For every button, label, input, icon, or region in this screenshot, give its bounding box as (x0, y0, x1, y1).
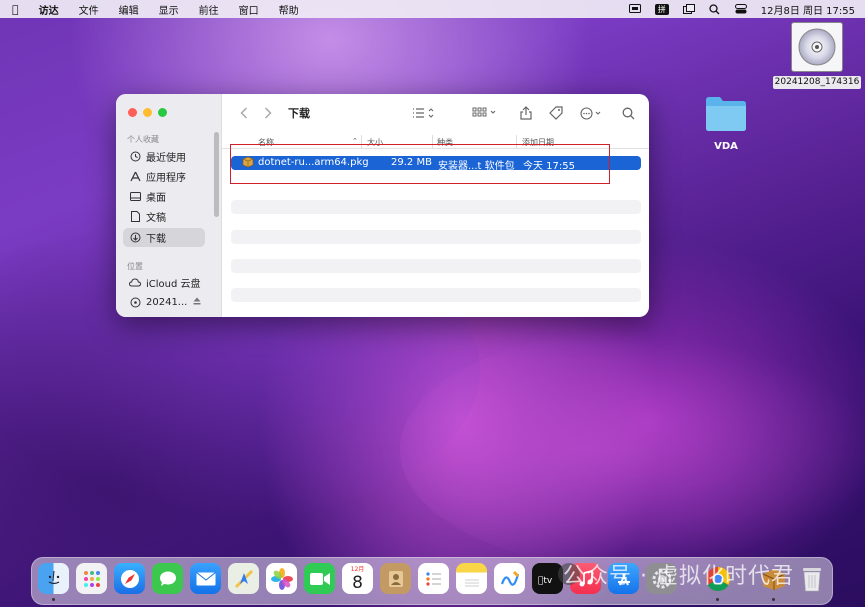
mail-app-icon[interactable] (190, 563, 221, 594)
list-view-button[interactable] (412, 105, 436, 121)
search-icon[interactable] (709, 4, 721, 15)
maps-app-icon[interactable] (228, 563, 259, 594)
sidebar-scrollbar[interactable] (214, 132, 219, 217)
eject-icon[interactable] (193, 297, 201, 308)
menu-view[interactable]: 显示 (159, 2, 179, 17)
facetime-app-icon[interactable] (304, 563, 335, 594)
finder-toolbar: 下载 (222, 94, 649, 132)
sidebar-item-label: 最近使用 (146, 153, 186, 164)
applications-icon (129, 171, 141, 183)
folder-icon[interactable] (704, 94, 748, 132)
sidebar-item-label: 应用程序 (146, 173, 186, 184)
reminders-app-icon[interactable] (418, 563, 449, 594)
locations-section-label: 位置 (127, 262, 143, 271)
disc-image-icon[interactable] (791, 22, 843, 72)
sidebar-item-disk[interactable]: 20241... (123, 293, 205, 312)
zoom-button[interactable] (158, 108, 167, 117)
menu-bar:  访达 文件 编辑 显示 前往 窗口 帮助 拼 12月8日 周日 17:55 (0, 0, 865, 18)
empty-row (231, 230, 641, 244)
menu-edit[interactable]: 编辑 (119, 2, 139, 17)
window-icon[interactable] (682, 4, 695, 14)
finder-app-icon[interactable] (38, 563, 69, 594)
input-method-badge[interactable]: 拼 (654, 3, 669, 15)
photos-app-icon[interactable] (266, 563, 297, 594)
share-icon[interactable] (520, 105, 532, 121)
calendar-day: 8 (352, 572, 363, 593)
document-icon (129, 211, 141, 223)
clock-icon (129, 151, 141, 163)
menu-help[interactable]: 帮助 (279, 2, 299, 17)
svg-text:tv: tv (538, 576, 553, 585)
watermark-text: 公众号 · 虚拟化时代君 (563, 564, 794, 589)
sidebar-item-icloud[interactable]: iCloud 云盘 (123, 273, 205, 292)
apple-menu-icon[interactable]:  (12, 3, 19, 16)
finder-sidebar: 个人收藏 最近使用 应用程序 桌面 文稿 下载 位置 iCloud 云盘 202… (116, 94, 222, 317)
sidebar-item-downloads[interactable]: 下载 (123, 228, 205, 247)
menu-app-name[interactable]: 访达 (39, 2, 59, 17)
window-controls (128, 108, 167, 117)
wallpaper-wave (400, 330, 865, 570)
sidebar-item-label: iCloud 云盘 (146, 279, 201, 290)
running-indicator (716, 598, 719, 601)
disc-icon (129, 297, 141, 309)
group-view-button[interactable] (472, 105, 498, 121)
sidebar-item-label: 下载 (146, 234, 166, 245)
forward-button[interactable] (264, 105, 272, 121)
screen-mirroring-icon[interactable] (628, 4, 641, 14)
calendar-app-icon[interactable]: 12月 8 (342, 563, 373, 594)
empty-row (231, 259, 641, 273)
safari-app-icon[interactable] (114, 563, 145, 594)
menu-go[interactable]: 前往 (199, 2, 219, 17)
menu-file[interactable]: 文件 (79, 2, 99, 17)
control-center-icon[interactable] (734, 4, 747, 14)
download-icon (129, 232, 141, 244)
notes-app-icon[interactable] (456, 563, 487, 594)
minimize-button[interactable] (143, 108, 152, 117)
menu-window[interactable]: 窗口 (239, 2, 259, 17)
launchpad-app-icon[interactable] (76, 563, 107, 594)
window-title: 下载 (288, 107, 310, 120)
favorites-section-label: 个人收藏 (127, 135, 159, 144)
cloud-icon (129, 277, 141, 289)
tag-icon[interactable] (549, 105, 563, 121)
search-icon[interactable] (622, 105, 635, 121)
back-button[interactable] (240, 105, 248, 121)
running-indicator (772, 598, 775, 601)
disc-label[interactable]: 20241208_174316 (773, 76, 861, 89)
sidebar-item-desktop[interactable]: 桌面 (123, 187, 205, 206)
highlight-annotation (230, 144, 610, 184)
desktop-icon (129, 191, 141, 203)
sidebar-item-label: 桌面 (146, 193, 166, 204)
more-actions-button[interactable] (580, 105, 604, 121)
sidebar-item-label: 20241... (146, 297, 188, 308)
contacts-app-icon[interactable] (380, 563, 411, 594)
clock[interactable]: 12月8日 周日 17:55 (761, 2, 855, 17)
folder-label[interactable]: VDA (704, 141, 748, 152)
sidebar-item-applications[interactable]: 应用程序 (123, 167, 205, 186)
empty-row (231, 200, 641, 214)
sidebar-item-recents[interactable]: 最近使用 (123, 147, 205, 166)
empty-row (231, 288, 641, 302)
trash-icon[interactable] (796, 563, 827, 594)
close-button[interactable] (128, 108, 137, 117)
messages-app-icon[interactable] (152, 563, 183, 594)
sidebar-item-documents[interactable]: 文稿 (123, 207, 205, 226)
running-indicator (52, 598, 55, 601)
freeform-app-icon[interactable] (494, 563, 525, 594)
sidebar-item-label: 文稿 (146, 213, 166, 224)
